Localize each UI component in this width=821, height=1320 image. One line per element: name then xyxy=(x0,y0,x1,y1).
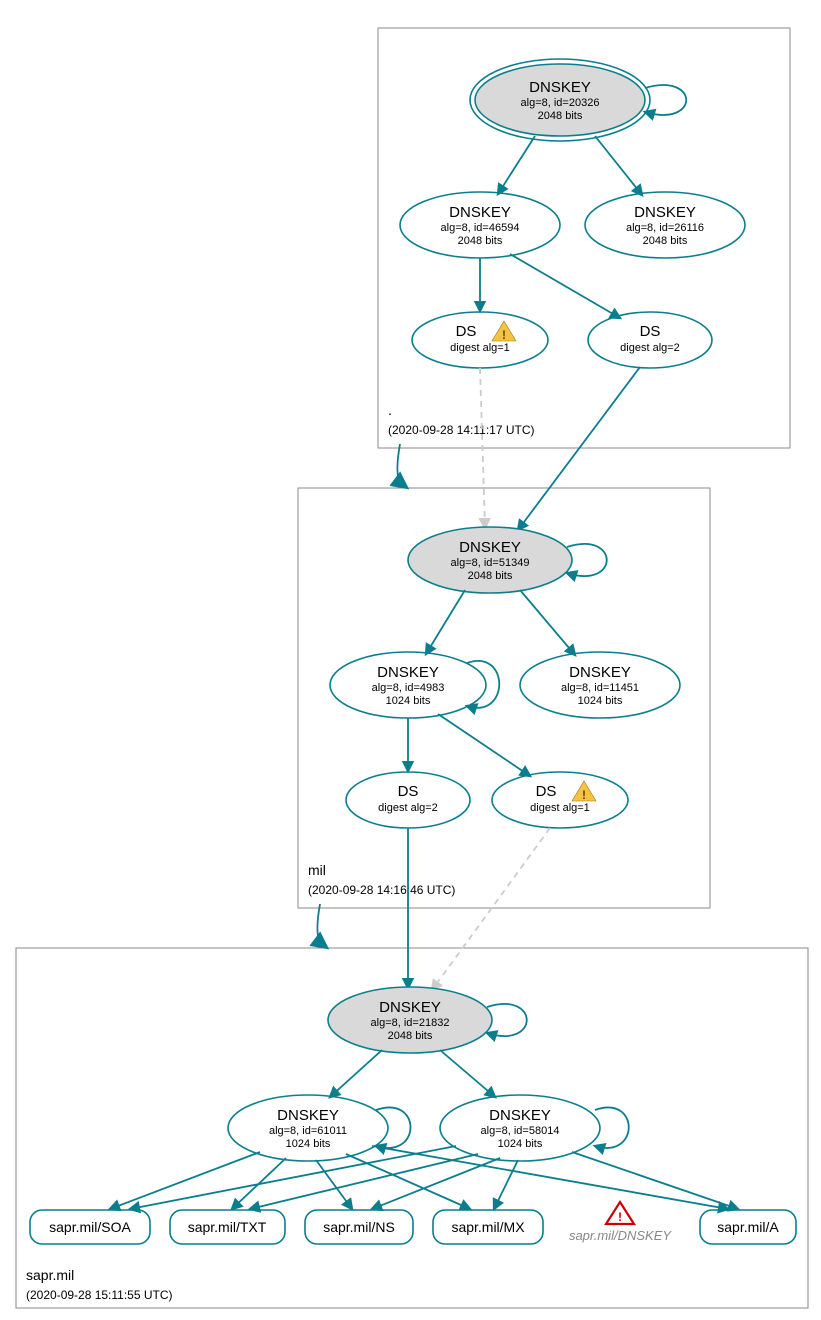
svg-text:alg=8, id=4983: alg=8, id=4983 xyxy=(372,682,445,694)
edge-milksk-4983 xyxy=(426,590,465,654)
svg-text:alg=8, id=58014: alg=8, id=58014 xyxy=(481,1125,560,1137)
dnskey-root-ksk: DNSKEY alg=8, id=20326 2048 bits xyxy=(470,59,650,141)
svg-text:sapr.mil/TXT: sapr.mil/TXT xyxy=(188,1219,267,1235)
svg-text:1024 bits: 1024 bits xyxy=(386,695,431,707)
dnskey-mil-4983: DNSKEY alg=8, id=4983 1024 bits xyxy=(330,652,486,718)
selfloop-mil-ksk xyxy=(567,544,607,576)
diagram-stage: DNSKEY alg=8, id=20326 2048 bits DNSKEY … xyxy=(0,0,821,1320)
edge-rootksk-26116 xyxy=(595,136,642,195)
dnskey-root-26116: DNSKEY alg=8, id=26116 2048 bits xyxy=(585,192,745,258)
svg-text:2048 bits: 2048 bits xyxy=(468,570,513,582)
svg-text:DNSKEY: DNSKEY xyxy=(529,79,591,96)
svg-text:digest alg=2: digest alg=2 xyxy=(620,342,680,354)
rr-ns: sapr.mil/NS xyxy=(305,1210,413,1244)
svg-text:DNSKEY: DNSKEY xyxy=(277,1107,339,1124)
svg-text:DS: DS xyxy=(536,783,557,800)
svg-text:1024 bits: 1024 bits xyxy=(578,695,623,707)
svg-text:!: ! xyxy=(502,328,506,342)
zone-link-mil-sapr xyxy=(317,904,322,944)
ds-root-alg1: DS digest alg=1 ! xyxy=(412,312,548,368)
svg-text:!: ! xyxy=(582,788,586,802)
svg-text:DNSKEY: DNSKEY xyxy=(569,664,631,681)
svg-text:DNSKEY: DNSKEY xyxy=(459,539,521,556)
svg-text:2048 bits: 2048 bits xyxy=(538,110,583,122)
svg-text:1024 bits: 1024 bits xyxy=(498,1138,543,1150)
edge-saprksk-61011 xyxy=(330,1050,382,1097)
svg-text:DNSKEY: DNSKEY xyxy=(379,999,441,1016)
edge-46594-ds2 xyxy=(510,254,620,318)
dnskey-sapr-ksk: DNSKEY alg=8, id=21832 2048 bits xyxy=(328,987,492,1053)
edge-58014-ns xyxy=(372,1158,500,1209)
zone-link-root-mil xyxy=(397,444,402,484)
dnskey-sapr-58014: DNSKEY alg=8, id=58014 1024 bits xyxy=(440,1095,600,1161)
edge-58014-a xyxy=(572,1152,738,1209)
edge-4983-ds1 xyxy=(438,714,530,776)
zone-label-sapr: sapr.mil xyxy=(26,1267,74,1283)
svg-text:DNSKEY: DNSKEY xyxy=(377,664,439,681)
svg-text:DNSKEY: DNSKEY xyxy=(634,204,696,221)
svg-text:DS: DS xyxy=(640,323,661,340)
svg-text:2048 bits: 2048 bits xyxy=(458,235,503,247)
svg-text:alg=8, id=26116: alg=8, id=26116 xyxy=(626,222,704,234)
svg-text:sapr.mil/NS: sapr.mil/NS xyxy=(323,1219,395,1235)
svg-text:DS: DS xyxy=(456,323,477,340)
zone-label-mil: mil xyxy=(308,862,326,878)
svg-text:alg=8, id=46594: alg=8, id=46594 xyxy=(441,222,520,234)
svg-text:1024 bits: 1024 bits xyxy=(286,1138,331,1150)
svg-text:2048 bits: 2048 bits xyxy=(388,1030,433,1042)
svg-text:DNSKEY: DNSKEY xyxy=(449,204,511,221)
ds-mil-alg2: DS digest alg=2 xyxy=(346,772,470,828)
rr-mx: sapr.mil/MX xyxy=(433,1210,543,1244)
svg-text:DS: DS xyxy=(398,783,419,800)
zone-ts-sapr: (2020-09-28 15:11:55 UTC) xyxy=(26,1288,173,1302)
svg-text:sapr.mil/A: sapr.mil/A xyxy=(717,1219,779,1235)
selfloop-sapr-ksk xyxy=(487,1004,527,1036)
edge-rootksk-46594 xyxy=(498,136,535,194)
rr-txt: sapr.mil/TXT xyxy=(170,1210,285,1244)
svg-text:alg=8, id=11451: alg=8, id=11451 xyxy=(561,682,639,694)
ds-root-alg2: DS digest alg=2 xyxy=(588,312,712,368)
svg-text:!: ! xyxy=(618,1210,622,1224)
zone-ts-root: (2020-09-28 14:11:17 UTC) xyxy=(388,423,535,437)
edge-milksk-11451 xyxy=(520,590,575,655)
selfloop-root-ksk xyxy=(645,85,686,115)
svg-text:alg=8, id=61011: alg=8, id=61011 xyxy=(269,1125,347,1137)
ds-mil-alg1: DS digest alg=1 ! xyxy=(492,772,628,828)
edge-ds1-saprksk xyxy=(432,828,550,990)
svg-text:sapr.mil/DNSKEY: sapr.mil/DNSKEY xyxy=(569,1228,672,1243)
svg-text:sapr.mil/SOA: sapr.mil/SOA xyxy=(49,1219,131,1235)
dnskey-root-46594: DNSKEY alg=8, id=46594 2048 bits xyxy=(400,192,560,258)
svg-text:DNSKEY: DNSKEY xyxy=(489,1107,551,1124)
rr-soa: sapr.mil/SOA xyxy=(30,1210,150,1244)
svg-text:digest alg=1: digest alg=1 xyxy=(530,802,590,814)
rr-dnskey-error: ! sapr.mil/DNSKEY xyxy=(569,1202,672,1243)
edge-saprksk-58014 xyxy=(440,1050,495,1097)
dnskey-mil-ksk: DNSKEY alg=8, id=51349 2048 bits xyxy=(408,527,572,593)
svg-text:alg=8, id=51349: alg=8, id=51349 xyxy=(451,557,530,569)
dnskey-sapr-61011: DNSKEY alg=8, id=61011 1024 bits xyxy=(228,1095,388,1161)
svg-text:sapr.mil/MX: sapr.mil/MX xyxy=(451,1219,525,1235)
svg-text:alg=8, id=20326: alg=8, id=20326 xyxy=(521,97,600,109)
error-icon: ! xyxy=(606,1202,634,1224)
svg-text:digest alg=1: digest alg=1 xyxy=(450,342,510,354)
svg-text:2048 bits: 2048 bits xyxy=(643,235,688,247)
svg-text:digest alg=2: digest alg=2 xyxy=(378,802,438,814)
zone-ts-mil: (2020-09-28 14:16:46 UTC) xyxy=(308,883,455,897)
rr-a: sapr.mil/A xyxy=(700,1210,796,1244)
edge-61011-soa xyxy=(110,1152,260,1209)
svg-text:alg=8, id=21832: alg=8, id=21832 xyxy=(371,1017,450,1029)
zone-label-root: . xyxy=(388,402,392,418)
dnskey-mil-11451: DNSKEY alg=8, id=11451 1024 bits xyxy=(520,652,680,718)
